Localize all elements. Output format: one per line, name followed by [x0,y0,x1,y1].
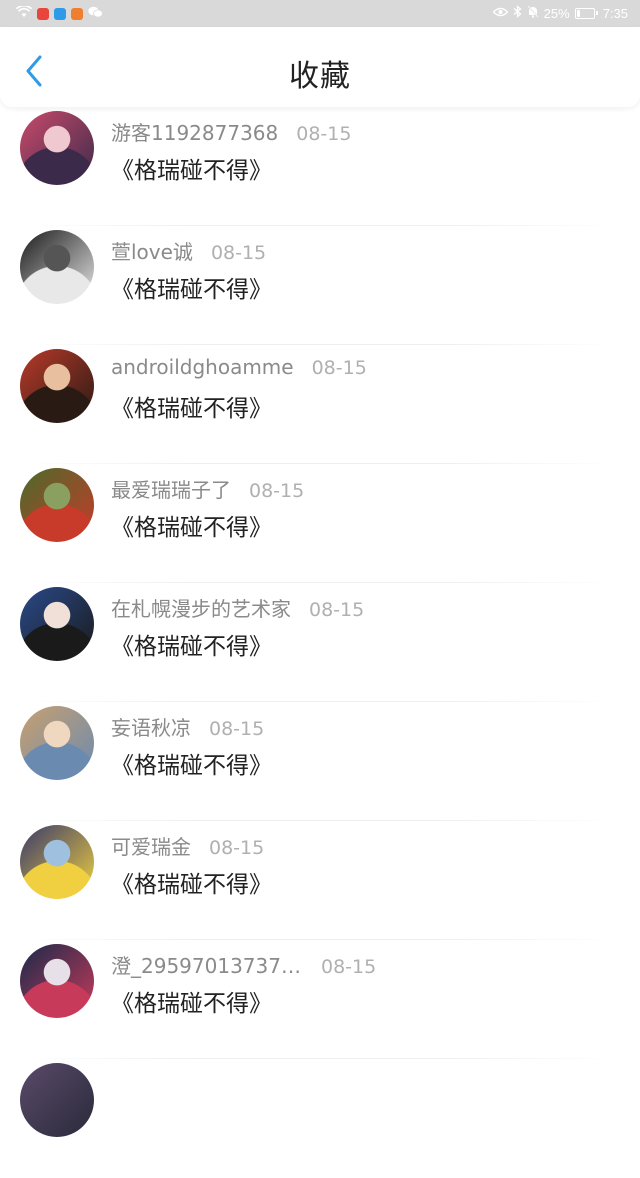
bluetooth-icon [513,5,522,22]
meta-row: 萱love诚 08-15 [111,236,266,265]
book-title[interactable]: 《格瑞碰不得》 [111,627,272,661]
top-header: 收藏 [0,27,640,107]
battery-icon [574,8,598,19]
wechat-icon [88,6,103,22]
list-item[interactable]: 最爱瑞瑞子了 08-15 《格瑞碰不得》 [0,464,640,583]
notification-app-icon [37,7,49,20]
date: 08-15 [309,599,365,621]
notification-app-icon [71,7,83,20]
battery-level-fill [576,10,581,17]
date: 08-15 [210,242,267,264]
list-item[interactable]: 可爱瑞金 08-15 《格瑞碰不得》 [0,821,640,940]
username[interactable]: 游客1192877368 [111,117,278,146]
book-title[interactable]: 《格瑞碰不得》 [111,270,272,304]
meta-row: 在札幌漫步的艺术家 08-15 [111,593,364,622]
book-title[interactable]: 《格瑞碰不得》 [111,508,272,542]
avatar[interactable] [20,230,94,304]
meta-row: androildghoamme 08-15 [111,355,367,379]
date: 08-15 [209,837,265,859]
list-item[interactable]: 游客1192877368 08-15 《格瑞碰不得》 [0,107,640,226]
notification-app-icon [54,7,66,20]
avatar[interactable] [20,587,94,661]
date: 08-15 [249,480,305,502]
meta-row: 妄语秋凉 08-15 [111,712,264,741]
username[interactable]: 在札幌漫步的艺术家 [111,593,291,622]
list-item[interactable]: 澄_295970137371... 08-15 《格瑞碰不得》 [0,940,640,1059]
username[interactable]: 萱love诚 [111,236,193,265]
date: 08-15 [311,357,367,379]
date: 08-15 [296,123,352,145]
status-bar-right: 25% 7:35 [492,5,628,22]
username[interactable]: androildghoamme [111,355,294,379]
wifi-icon [15,4,33,22]
meta-row: 澄_295970137371... 08-15 [111,950,376,979]
meta-row: 游客1192877368 08-15 [111,117,351,146]
date: 08-15 [209,718,265,740]
meta-row: 最爱瑞瑞子了 08-15 [111,474,304,503]
list-item[interactable]: 在札幌漫步的艺术家 08-15 《格瑞碰不得》 [0,583,640,702]
avatar[interactable] [20,349,94,423]
book-title[interactable]: 《格瑞碰不得》 [111,865,272,899]
book-title[interactable]: 《格瑞碰不得》 [111,746,272,780]
clock: 7:35 [602,6,628,21]
eye-icon [492,6,509,21]
list-item[interactable]: 萱love诚 08-15 《格瑞碰不得》 [0,226,640,345]
page-title: 收藏 [289,59,351,94]
battery-percent: 25% [543,6,570,21]
avatar[interactable] [20,1063,94,1137]
avatar[interactable] [20,111,94,185]
date: 08-15 [321,956,377,978]
username[interactable]: 可爱瑞金 [111,831,191,860]
favorites-list: 游客1192877368 08-15 《格瑞碰不得》 萱love诚 08-15 《格瑞碰不… [0,107,640,1178]
list-item-partial[interactable] [0,1059,640,1178]
avatar[interactable] [20,468,94,542]
status-bar-left [15,4,103,22]
meta-row: 可爱瑞金 08-15 [111,831,264,860]
book-title[interactable]: 《格瑞碰不得》 [111,389,272,423]
avatar[interactable] [20,825,94,899]
username[interactable]: 最爱瑞瑞子了 [111,474,231,503]
list-item[interactable]: 妄语秋凉 08-15 《格瑞碰不得》 [0,702,640,821]
book-title[interactable]: 《格瑞碰不得》 [111,151,272,185]
avatar[interactable] [20,706,94,780]
mute-bell-icon [527,5,539,22]
avatar[interactable] [20,944,94,1018]
status-bar: 25% 7:35 [0,0,640,27]
username[interactable]: 澄_295970137371... [111,950,303,979]
list-item[interactable]: androildghoamme 08-15 《格瑞碰不得》 [0,345,640,464]
book-title[interactable]: 《格瑞碰不得》 [111,984,272,1018]
username[interactable]: 妄语秋凉 [111,712,191,741]
